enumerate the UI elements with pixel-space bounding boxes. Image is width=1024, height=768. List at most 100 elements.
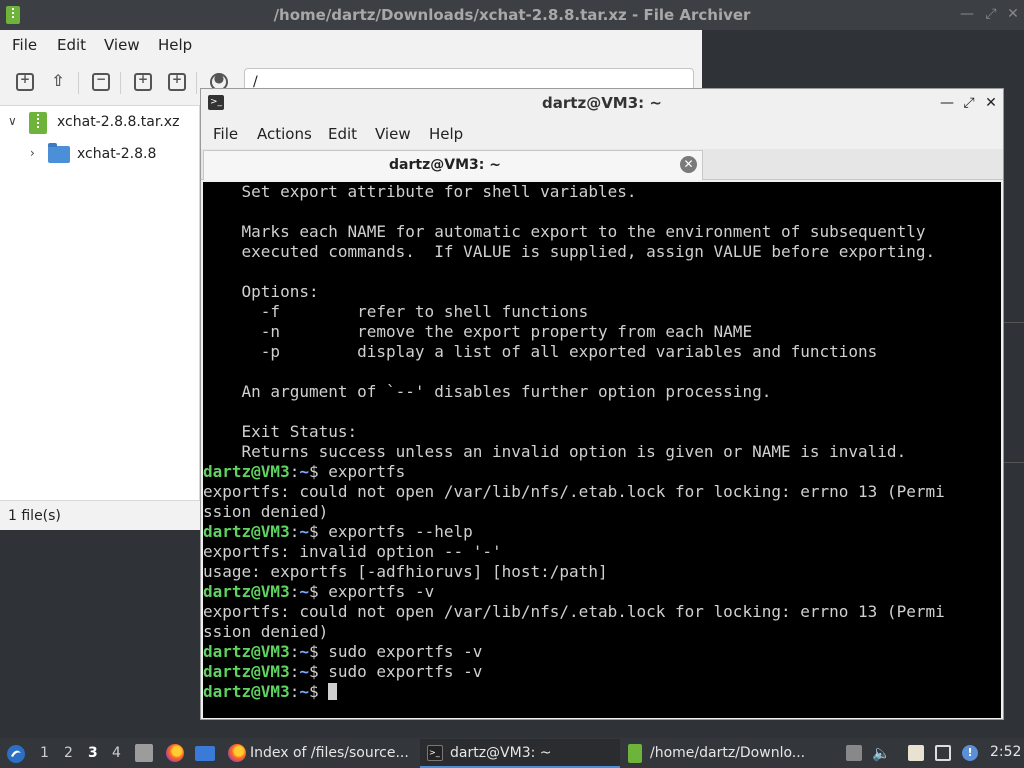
menu-help[interactable]: Help <box>158 36 192 54</box>
prompt-user: dartz@VM3 <box>203 522 290 541</box>
terminal-output[interactable]: Set export attribute for shell variables… <box>203 182 1001 718</box>
workspace-4[interactable]: 4 <box>112 745 121 761</box>
update-icon[interactable]: ! <box>962 745 978 761</box>
prompt-user: dartz@VM3 <box>203 462 290 481</box>
menu-help[interactable]: Help <box>429 125 463 143</box>
maximize-icon[interactable]: ⤢ <box>982 5 1000 23</box>
terminal-output-line: -f refer to shell functions <box>203 302 589 321</box>
terminal-output-line: -n remove the export property from each … <box>203 322 753 341</box>
archive-icon <box>628 744 642 763</box>
add-folder-icon[interactable]: + <box>168 72 186 91</box>
prompt-separator: : <box>289 582 300 601</box>
terminal-prompt-line: dartz@VM3:~$ sudo exportfs -v <box>203 642 482 662</box>
extract-up-icon[interactable]: ⇧ <box>50 71 68 91</box>
prompt-separator: : <box>289 522 300 541</box>
chevron-right-icon[interactable]: › <box>30 146 35 160</box>
prompt-user: dartz@VM3 <box>203 682 290 701</box>
task-firefox[interactable]: Index of /files/source... <box>222 739 418 768</box>
new-archive-icon[interactable]: + <box>16 72 34 91</box>
workspace-3[interactable]: 3 <box>88 745 98 761</box>
terminal-output-line: Options: <box>203 282 319 301</box>
terminal-icon: >_ <box>427 745 443 761</box>
terminal-prompt-line: dartz@VM3:~$ <box>203 682 338 702</box>
menu-view[interactable]: View <box>104 36 140 54</box>
terminal-menubar: File Actions Edit View Help <box>201 119 1003 149</box>
menu-file[interactable]: File <box>213 125 238 143</box>
menu-edit[interactable]: Edit <box>57 36 86 54</box>
terminal-output-line: Set export attribute for shell variables… <box>203 182 637 201</box>
network-icon[interactable] <box>935 745 951 761</box>
start-menu-icon[interactable] <box>6 744 26 764</box>
terminal-titlebar[interactable]: >_ dartz@VM3: ~ — ⤢ ✕ <box>201 89 1003 119</box>
archiver-statusbar: 1 file(s) <box>0 500 202 530</box>
terminal-prompt-line: dartz@VM3:~$ exportfs -v <box>203 582 434 602</box>
file-manager-icon[interactable] <box>135 744 153 762</box>
task-archiver[interactable]: /home/dartz/Downlo... <box>622 739 822 768</box>
task-terminal[interactable]: >_ dartz@VM3: ~ <box>420 739 620 768</box>
terminal-output-line: executed commands. If VALUE is supplied,… <box>203 242 936 261</box>
archive-tree: ∨ xchat-2.8.8.tar.xz › xchat-2.8.8 <box>0 106 200 500</box>
volume-icon[interactable]: 🔈 <box>872 745 891 761</box>
toolbar-separator <box>120 72 121 94</box>
command-text: exportfs <box>328 462 406 481</box>
taskbar: 1 2 3 4 Index of /files/source... >_ dar… <box>0 738 1024 768</box>
tree-item-label: xchat-2.8.8 <box>77 146 157 162</box>
terminal-output-line: exportfs: could not open /var/lib/nfs/.e… <box>203 482 945 501</box>
terminal-output-line: -p display a list of all exported variab… <box>203 342 878 361</box>
clipboard-icon[interactable] <box>908 745 924 761</box>
terminal-output-line: ssion denied) <box>203 622 329 641</box>
prompt-user: dartz@VM3 <box>203 662 290 681</box>
close-icon[interactable]: ✕ <box>983 94 999 112</box>
terminal-prompt-line: dartz@VM3:~$ exportfs <box>203 462 405 482</box>
tab-terminal[interactable]: dartz@VM3: ~ ✕ <box>203 150 703 180</box>
terminal-window-title: dartz@VM3: ~ <box>542 94 662 112</box>
menu-view[interactable]: View <box>375 125 411 143</box>
close-icon[interactable]: ✕ <box>1004 5 1022 23</box>
tree-item-folder[interactable]: › xchat-2.8.8 <box>0 142 200 168</box>
firefox-icon[interactable] <box>166 744 184 762</box>
archive-box-icon[interactable]: − <box>92 72 110 91</box>
workspace-2[interactable]: 2 <box>64 745 73 761</box>
prompt-separator: : <box>289 642 300 661</box>
terminal-window: >_ dartz@VM3: ~ — ⤢ ✕ File Actions Edit … <box>200 88 1004 720</box>
clock[interactable]: 2:52 <box>990 744 1021 760</box>
add-files-icon[interactable]: + <box>134 72 152 91</box>
desktop-divider <box>1004 322 1024 323</box>
archiver-menubar: File Edit View Help <box>0 30 702 60</box>
terminal-output-line: Marks each NAME for automatic export to … <box>203 222 926 241</box>
desktop-icon[interactable] <box>195 746 215 761</box>
terminal-tabbar: dartz@VM3: ~ ✕ <box>201 149 1003 180</box>
minimize-icon[interactable]: — <box>939 94 955 112</box>
workspace-1[interactable]: 1 <box>40 745 49 761</box>
tab-close-icon[interactable]: ✕ <box>680 156 697 173</box>
prompt-path: ~ <box>299 462 309 481</box>
prompt-path: ~ <box>299 642 309 661</box>
command-text: sudo exportfs -v <box>328 642 483 661</box>
tree-item-label: xchat-2.8.8.tar.xz <box>57 114 180 130</box>
archiver-window-title: /home/dartz/Downloads/xchat-2.8.8.tar.xz… <box>273 6 751 24</box>
text-cursor <box>328 683 338 700</box>
task-label: /home/dartz/Downlo... <box>650 745 806 761</box>
toolbar-separator <box>78 72 79 94</box>
minimize-icon[interactable]: — <box>958 5 976 23</box>
eject-icon[interactable] <box>846 745 862 761</box>
maximize-icon[interactable]: ⤢ <box>961 94 977 112</box>
menu-file[interactable]: File <box>12 36 37 54</box>
archiver-titlebar[interactable]: /home/dartz/Downloads/xchat-2.8.8.tar.xz… <box>0 0 1024 30</box>
tree-item-archive[interactable]: ∨ xchat-2.8.8.tar.xz <box>0 110 200 136</box>
toolbar-separator <box>196 72 197 94</box>
prompt-symbol: $ <box>308 582 329 601</box>
prompt-path: ~ <box>299 662 309 681</box>
prompt-separator: : <box>289 462 300 481</box>
file-count: 1 file(s) <box>8 508 61 524</box>
prompt-symbol: $ <box>308 522 329 541</box>
menu-edit[interactable]: Edit <box>328 125 357 143</box>
command-text: sudo exportfs -v <box>328 662 483 681</box>
terminal-output-line: ssion denied) <box>203 502 329 521</box>
terminal-output-line: Exit Status: <box>203 422 358 441</box>
prompt-path: ~ <box>299 522 309 541</box>
menu-actions[interactable]: Actions <box>257 125 312 143</box>
terminal-output-line: usage: exportfs [-adfhioruvs] [host:/pat… <box>203 562 608 581</box>
chevron-down-icon[interactable]: ∨ <box>8 114 17 128</box>
command-text: exportfs --help <box>328 522 473 541</box>
